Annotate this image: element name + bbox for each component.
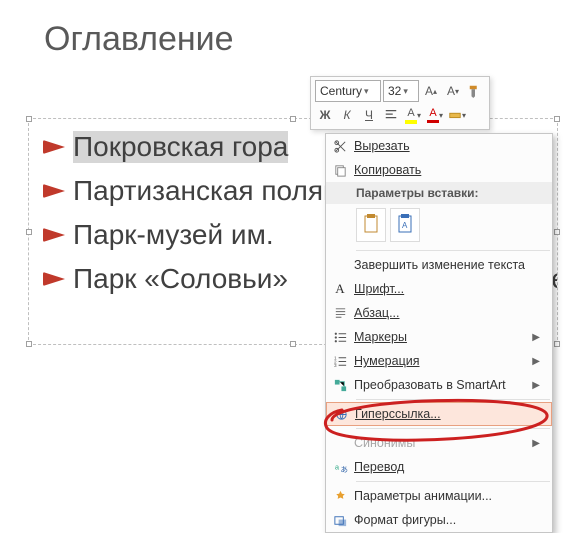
- menu-bullets[interactable]: Маркеры ▶: [326, 325, 552, 349]
- bullet-icon: [43, 184, 65, 198]
- menu-label: Завершить изменение текста: [354, 258, 525, 272]
- resize-handle[interactable]: [26, 229, 32, 235]
- smartart-icon: [326, 378, 354, 393]
- submenu-arrow-icon: ▶: [532, 380, 546, 391]
- menu-animation-options[interactable]: Параметры анимации...: [326, 484, 552, 508]
- menu-translate[interactable]: aあ Перевод: [326, 455, 552, 479]
- resize-handle[interactable]: [554, 341, 560, 347]
- menu-label: Вырезать: [354, 139, 410, 153]
- menu-synonyms: Синонимы ▶: [326, 431, 552, 455]
- svg-text:a: a: [334, 462, 339, 471]
- menu-paragraph[interactable]: Абзац...: [326, 301, 552, 325]
- menu-copy[interactable]: Копировать: [326, 158, 552, 182]
- bullet-icon: [43, 140, 65, 154]
- increase-font-icon[interactable]: A▴: [421, 81, 441, 101]
- font-name-value: Century: [320, 84, 362, 98]
- font-color-button[interactable]: A▾: [425, 105, 445, 125]
- menu-label: Синонимы: [354, 436, 415, 450]
- menu-convert-smartart[interactable]: Преобразовать в SmartArt ▶: [326, 373, 552, 397]
- menu-label: Преобразовать в SmartArt: [354, 378, 506, 392]
- bullets-icon: [326, 330, 354, 345]
- highlight-color-button[interactable]: A▾: [403, 105, 423, 125]
- hyperlink-icon: [327, 407, 355, 422]
- paste-options-header: Параметры вставки:: [326, 182, 552, 204]
- menu-label: Абзац...: [354, 306, 399, 320]
- translate-icon: aあ: [326, 460, 354, 475]
- slide-title: Оглавление: [44, 20, 234, 59]
- menu-format-shape[interactable]: Формат фигуры...: [326, 508, 552, 532]
- submenu-arrow-icon: ▶: [532, 438, 546, 449]
- font-size-value: 32: [388, 84, 401, 98]
- align-button[interactable]: [381, 105, 401, 125]
- resize-handle[interactable]: [554, 116, 560, 122]
- menu-label: Гиперссылка...: [355, 407, 441, 421]
- decrease-font-icon[interactable]: A▾: [443, 81, 463, 101]
- menu-label: Копировать: [354, 163, 421, 177]
- resize-handle[interactable]: [554, 229, 560, 235]
- numbering-icon: 123: [326, 354, 354, 369]
- menu-numbering[interactable]: 123 Нумерация ▶: [326, 349, 552, 373]
- list-item-text[interactable]: Парк «Соловьи»: [73, 263, 288, 295]
- bullet-icon: [43, 272, 65, 286]
- bullet-icon: [43, 228, 65, 242]
- menu-label: Параметры анимации...: [354, 489, 492, 503]
- menu-finish-editing[interactable]: Завершить изменение текста: [326, 253, 552, 277]
- context-menu: Вырезать Копировать Параметры вставки: A…: [325, 133, 553, 533]
- paste-option-2[interactable]: A: [390, 208, 420, 242]
- mini-toolbar: Century▾ 32▾ A▴ A▾ Ж К Ч A▾ A▾: [310, 76, 490, 130]
- submenu-arrow-icon: ▶: [532, 332, 546, 343]
- menu-hyperlink[interactable]: Гиперссылка...: [326, 402, 552, 426]
- menu-label: Формат фигуры...: [354, 513, 456, 527]
- submenu-arrow-icon: ▶: [532, 356, 546, 367]
- menu-label: Шрифт...: [354, 282, 404, 296]
- font-name-select[interactable]: Century▾: [315, 80, 381, 102]
- menu-label: Перевод: [354, 460, 404, 474]
- styles-button[interactable]: ▾: [447, 105, 467, 125]
- menu-font[interactable]: A Шрифт...: [326, 277, 552, 301]
- scissors-icon: [326, 139, 354, 154]
- italic-button[interactable]: К: [337, 105, 357, 125]
- bold-button[interactable]: Ж: [315, 105, 335, 125]
- svg-text:3: 3: [333, 363, 336, 368]
- format-painter-icon[interactable]: [465, 81, 485, 101]
- paste-options-row: A: [326, 204, 552, 248]
- animation-icon: [326, 489, 354, 504]
- resize-handle[interactable]: [26, 116, 32, 122]
- paragraph-icon: [326, 306, 354, 321]
- svg-text:あ: あ: [340, 465, 348, 474]
- resize-handle[interactable]: [26, 341, 32, 347]
- font-size-select[interactable]: 32▾: [383, 80, 419, 102]
- menu-label: Маркеры: [354, 330, 407, 344]
- format-shape-icon: [326, 513, 354, 528]
- list-item-text[interactable]: Парк-музей им.: [73, 219, 274, 251]
- copy-icon: [326, 163, 354, 178]
- resize-handle[interactable]: [290, 116, 296, 122]
- menu-label: Нумерация: [354, 354, 420, 368]
- underline-button[interactable]: Ч: [359, 105, 379, 125]
- font-icon: A: [326, 281, 354, 297]
- svg-text:A: A: [402, 221, 408, 230]
- list-item-text[interactable]: Партизанская поляна: [73, 175, 354, 207]
- menu-cut[interactable]: Вырезать: [326, 134, 552, 158]
- resize-handle[interactable]: [290, 341, 296, 347]
- list-item-text[interactable]: Покровская гора: [73, 131, 288, 163]
- paste-option-1[interactable]: [356, 208, 386, 242]
